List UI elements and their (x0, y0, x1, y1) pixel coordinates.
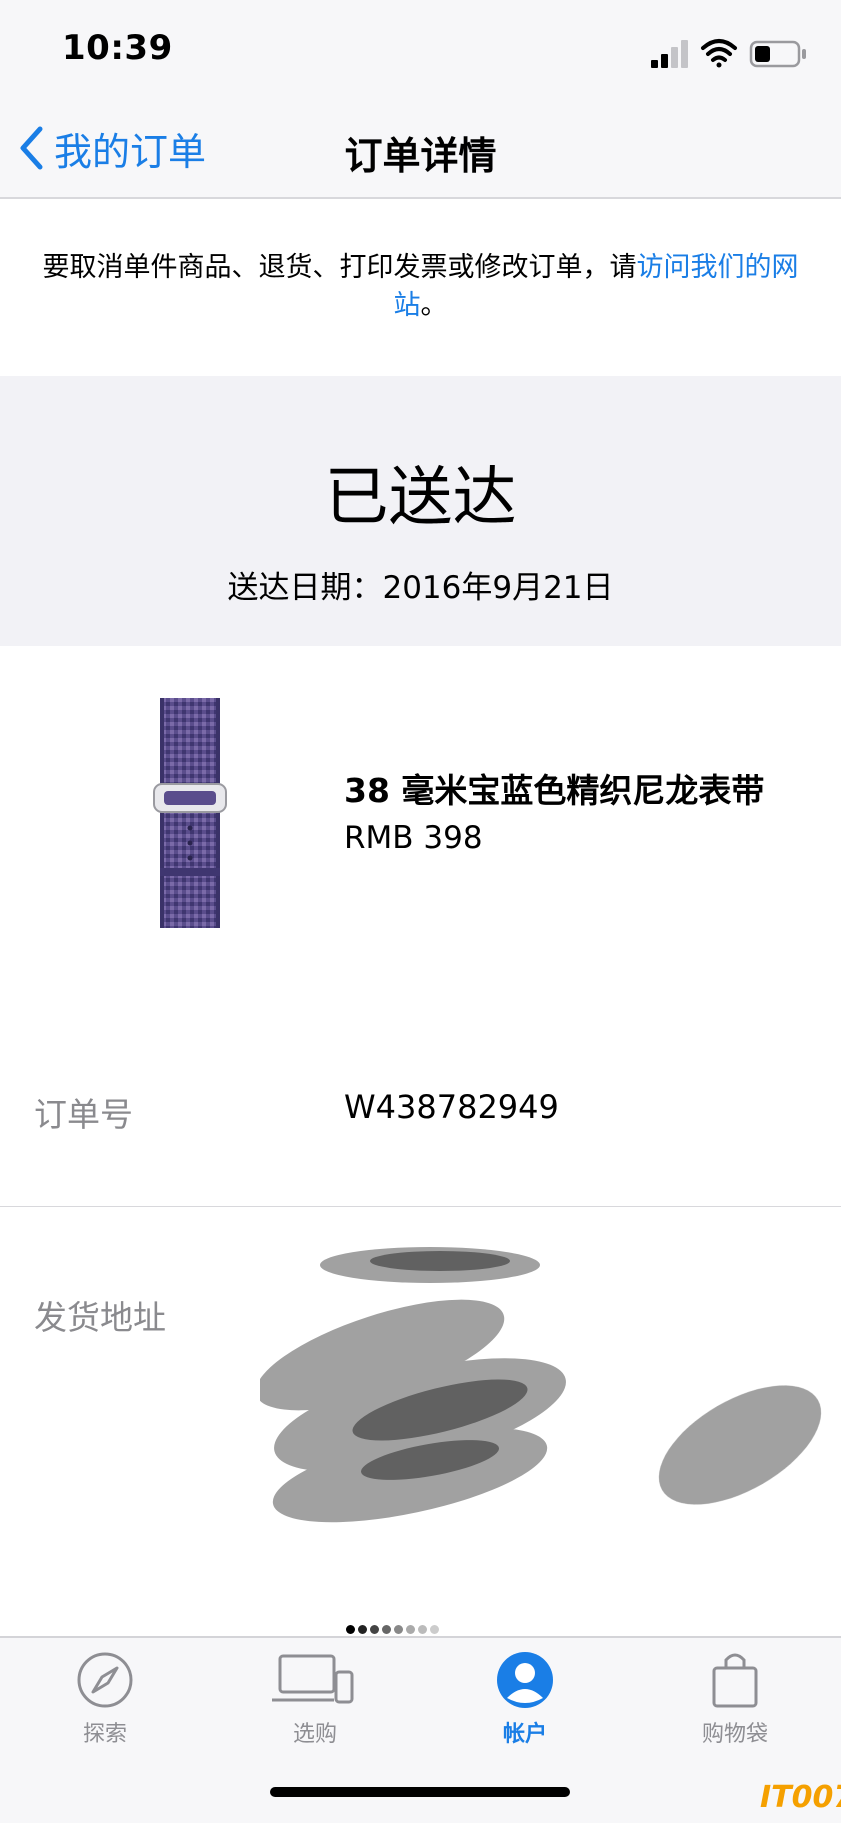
wifi-icon (701, 39, 737, 68)
signal-icon (651, 40, 688, 68)
notice-section: 要取消单件商品、退货、打印发票或修改订单，请访问我们的网站。 (0, 199, 841, 376)
devices-icon (272, 1654, 354, 1704)
page-dot (370, 1625, 379, 1634)
shopping-bag-icon (712, 1653, 758, 1708)
order-status-section: 已送达 送达日期：2016年9月21日 (0, 376, 841, 646)
navigation-bar: 我的订单 订单详情 (0, 100, 841, 199)
page-dot (430, 1625, 439, 1634)
page-indicator (346, 1625, 442, 1634)
product-price: RMB 398 (344, 820, 483, 856)
tab-bag-label: 购物袋 (701, 1722, 768, 1747)
order-status-title: 已送达 (324, 461, 517, 535)
notice-suffix: 。 (420, 290, 448, 321)
compass-icon (77, 1652, 133, 1708)
notice-message: 要取消单件商品、退货、打印发票或修改订单，请 (42, 252, 637, 283)
account-icon (497, 1652, 553, 1708)
watermark-logo: IT007 (760, 1780, 841, 1815)
status-time: 10:39 (62, 28, 173, 68)
order-number-row: 订单号 W438782949 (0, 1006, 841, 1207)
tab-account[interactable]: 帐户 (450, 1650, 600, 1760)
page-dot (418, 1625, 427, 1634)
watch-band-image (153, 698, 227, 928)
tab-shop-label: 选购 (292, 1722, 337, 1747)
delivery-date: 送达日期：2016年9月21日 (227, 570, 614, 606)
order-number-label: 订单号 (34, 1095, 133, 1134)
tab-explore-label: 探索 (82, 1722, 127, 1747)
page-dot (406, 1625, 415, 1634)
page-dot (394, 1625, 403, 1634)
order-number-value: W438782949 (344, 1088, 559, 1126)
redaction-scribble (260, 1247, 822, 1523)
shipping-address-row: 发货地址 (0, 1207, 841, 1637)
page-dot (382, 1625, 391, 1634)
status-bar: 10:39 (0, 0, 841, 100)
page-dot (358, 1625, 367, 1634)
page-title: 订单详情 (344, 134, 497, 178)
tab-account-label: 帐户 (502, 1722, 547, 1747)
shipping-address-label: 发货地址 (34, 1298, 166, 1337)
battery-icon (749, 40, 806, 68)
notice-text: 要取消单件商品、退货、打印发票或修改订单，请访问我们的网站。 (40, 249, 801, 325)
product-item[interactable]: 38 毫米宝蓝色精织尼龙表带 RMB 398 (0, 646, 841, 1007)
tab-explore[interactable]: 探索 (30, 1650, 180, 1760)
tab-bag[interactable]: 购物袋 (660, 1650, 810, 1760)
product-name: 38 毫米宝蓝色精织尼龙表带 (344, 771, 765, 810)
page-dot (346, 1625, 355, 1634)
status-icons (651, 39, 806, 68)
home-indicator (270, 1787, 570, 1797)
tab-shop[interactable]: 选购 (240, 1650, 390, 1760)
